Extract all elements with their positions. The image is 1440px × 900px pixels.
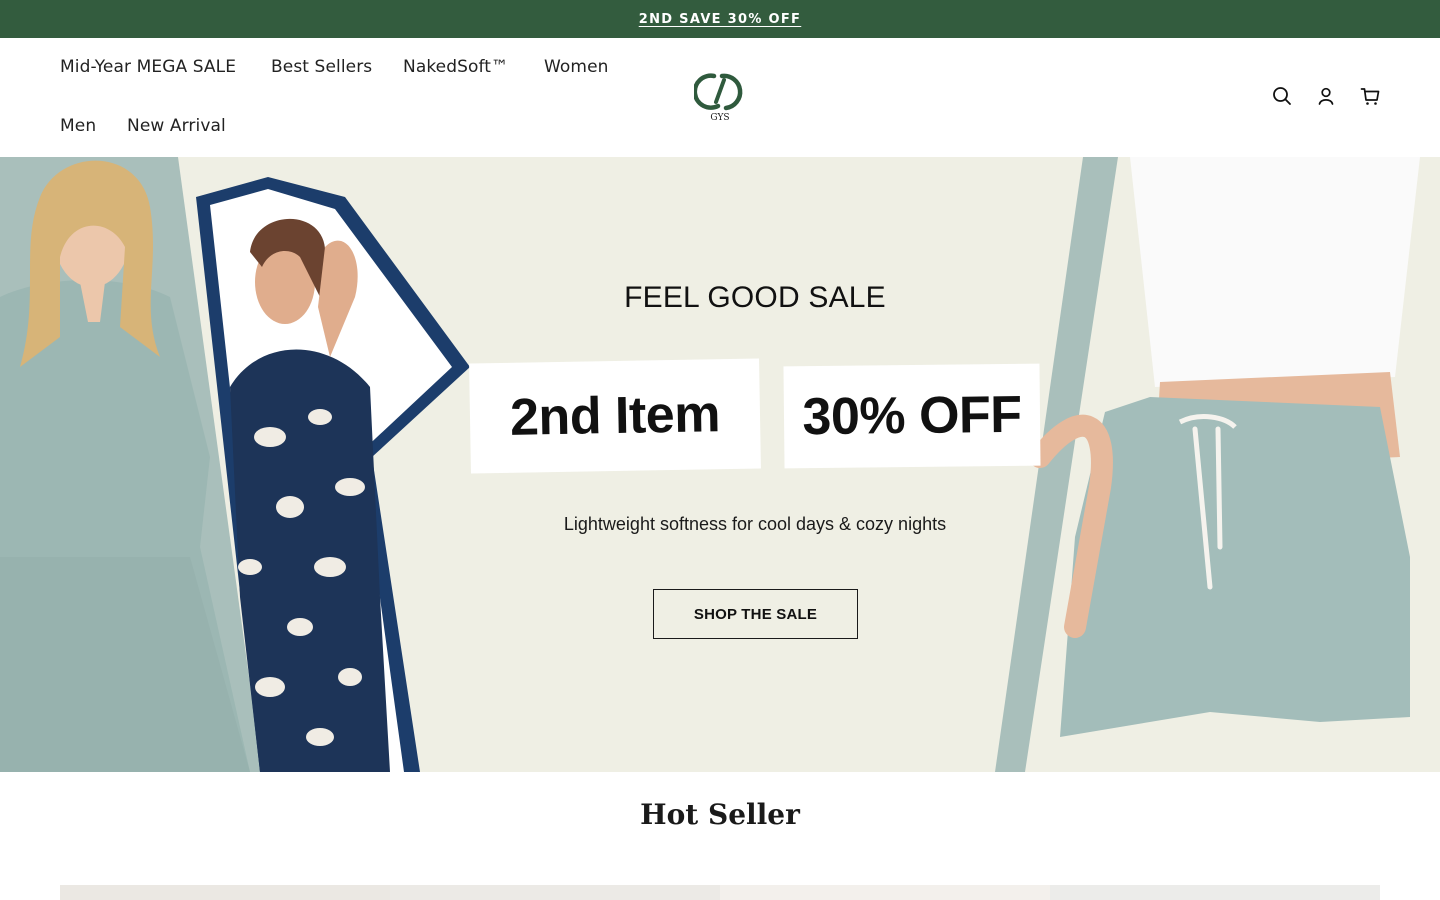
promo-tag-second-item: 2nd Item <box>469 358 761 474</box>
header-actions <box>1272 86 1380 106</box>
promo-tag-discount: 30% OFF <box>783 363 1041 469</box>
hero-banner: FEEL GOOD SALE 2nd Item 30% OFF Lightwei… <box>0 157 1440 772</box>
product-card[interactable] <box>1050 885 1380 900</box>
logo-mark: GYS <box>692 73 743 123</box>
hero-headline: FEEL GOOD SALE <box>624 281 886 314</box>
search-button[interactable] <box>1272 86 1292 106</box>
site-header: Mid-Year MEGA SALE Best Sellers NakedSof… <box>0 38 1440 157</box>
search-icon <box>1273 87 1291 105</box>
nav-item-women[interactable]: Women <box>544 57 609 77</box>
hot-seller-title: Hot Seller <box>640 798 800 831</box>
account-button[interactable] <box>1316 86 1336 106</box>
logo-text: GYS <box>710 113 729 122</box>
product-card[interactable] <box>60 885 390 900</box>
nav-item-best-sellers[interactable]: Best Sellers <box>271 57 372 77</box>
nav-item-men[interactable]: Men <box>60 116 96 136</box>
hot-seller-product-row <box>60 885 1380 900</box>
nav-item-mid-year-mega-sale[interactable]: Mid-Year MEGA SALE <box>60 57 236 77</box>
cart-icon <box>1360 88 1380 105</box>
brand-logo[interactable]: GYS <box>692 72 746 123</box>
announcement-link[interactable]: 2ND SAVE 30% OFF <box>639 12 802 27</box>
account-icon <box>1318 87 1334 105</box>
announcement-bar: 2ND SAVE 30% OFF <box>0 0 1440 38</box>
product-card[interactable] <box>720 885 1050 900</box>
nav-item-nakedsoft[interactable]: NakedSoft™ <box>403 57 508 77</box>
cart-button[interactable] <box>1360 86 1380 106</box>
shop-the-sale-button[interactable]: SHOP THE SALE <box>653 589 858 639</box>
nav-item-new-arrival[interactable]: New Arrival <box>127 116 226 136</box>
hero-subtitle: Lightweight softness for cool days & coz… <box>563 514 947 534</box>
product-card[interactable] <box>390 885 720 900</box>
